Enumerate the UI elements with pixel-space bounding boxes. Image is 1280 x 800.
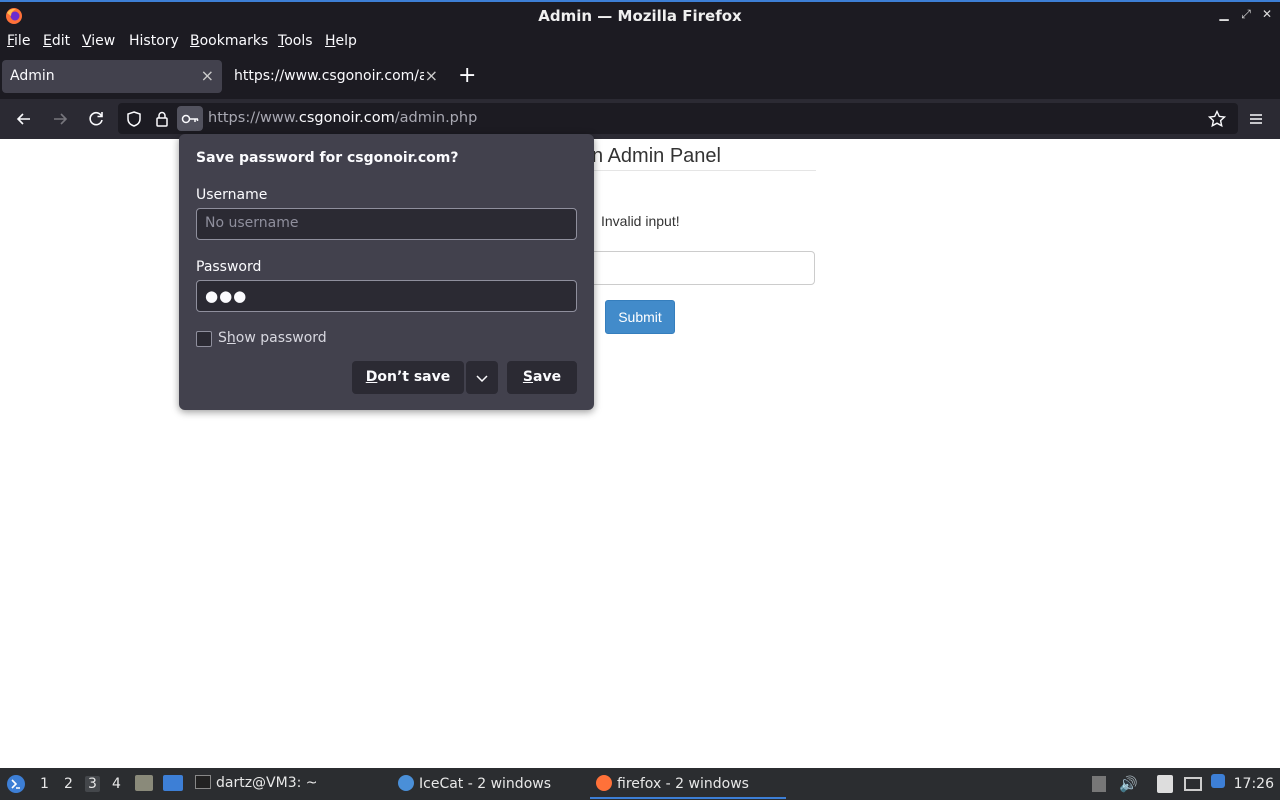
menu-file[interactable]: File [7,33,30,49]
admin-input-field[interactable] [560,251,815,285]
menu-tools[interactable]: Tools [278,33,313,49]
taskbar-item-icecat[interactable]: IceCat - 2 windows [398,775,551,792]
workspace-1[interactable]: 1 [40,776,49,792]
file-manager-icon[interactable] [135,775,153,791]
icecat-icon [398,775,414,791]
clock: 17:26 [1233,776,1274,792]
chevron-down-icon [476,375,488,383]
password-key-button[interactable] [177,106,203,131]
username-label: Username [196,187,268,203]
tab-label: Admin [10,68,55,84]
tab-csgonoir[interactable]: https://www.csgonoir.com/admin × [226,60,446,93]
terminal-icon [195,775,211,789]
forward-arrow-icon[interactable] [49,108,71,130]
navigation-bar: https://www.csgonoir.com/admin.php [0,99,1280,139]
workspace-2[interactable]: 2 [64,776,73,792]
dont-save-dropdown-button[interactable] [466,361,498,394]
title-divider [592,170,816,171]
show-desktop-icon[interactable] [163,775,183,791]
submit-button[interactable]: Submit [605,300,675,334]
workspace-3[interactable]: 3 [85,776,100,792]
shield-icon[interactable] [124,109,144,129]
page-title: n Admin Panel [592,145,721,167]
taskbar-item-firefox[interactable]: firefox - 2 windows [590,775,786,799]
window-titlebar: Admin — Mozilla Firefox ▁ ⤢ ✕ [0,0,1280,29]
volume-icon[interactable]: 🔊 [1119,775,1138,793]
hamburger-menu-icon[interactable] [1245,108,1267,130]
notification-icon[interactable] [1211,774,1225,788]
workspace-4[interactable]: 4 [112,776,121,792]
url-bar[interactable]: https://www.csgonoir.com/admin.php [118,103,1238,134]
tab-admin[interactable]: Admin × [2,60,222,93]
save-button[interactable]: Save [507,361,577,394]
tray-updates-icon[interactable] [1092,776,1106,792]
minimize-icon[interactable]: ▁ [1216,6,1232,22]
maximize-icon[interactable]: ⤢ [1238,6,1254,22]
firefox-icon [596,775,612,791]
password-field[interactable]: ●●● [196,280,577,312]
app-menu-icon[interactable] [5,773,27,795]
menu-edit[interactable]: Edit [43,33,70,49]
save-password-popup: Save password for csgonoir.com? Username… [179,134,594,410]
menu-bookmarks[interactable]: Bookmarks [190,33,268,49]
back-arrow-icon[interactable] [13,108,35,130]
bookmark-star-icon[interactable] [1207,109,1227,129]
lock-icon[interactable] [152,109,172,129]
username-field[interactable]: No username [196,208,577,240]
clipboard-icon[interactable] [1157,775,1173,793]
taskbar: 1 2 3 4 dartz@VM3: ~ IceCat - 2 windows … [0,768,1280,800]
close-window-icon[interactable]: ✕ [1259,6,1275,22]
menu-history[interactable]: History [129,33,179,49]
reload-icon[interactable] [85,108,107,130]
show-password-label[interactable]: Show password [218,330,327,346]
password-label: Password [196,259,262,275]
url-text[interactable]: https://www.csgonoir.com/admin.php [208,110,477,126]
error-message: Invalid input! [601,213,680,229]
taskbar-item-terminal[interactable]: dartz@VM3: ~ [195,775,318,791]
close-tab-icon[interactable]: × [425,66,438,85]
popup-title: Save password for csgonoir.com? [196,150,459,166]
tab-label: https://www.csgonoir.com/admin [234,68,424,84]
menubar: File Edit View History Bookmarks Tools H… [0,29,1280,55]
key-icon [181,114,199,124]
show-password-checkbox[interactable] [196,331,212,347]
menu-help[interactable]: Help [325,33,357,49]
dont-save-button[interactable]: Don’t save [352,361,464,394]
window-title: Admin — Mozilla Firefox [538,7,742,25]
network-icon[interactable] [1184,777,1202,791]
new-tab-icon[interactable]: + [458,65,476,87]
tab-strip: Admin × https://www.csgonoir.com/admin ×… [0,55,1280,99]
menu-view[interactable]: View [82,33,115,49]
close-tab-icon[interactable]: × [201,66,214,85]
